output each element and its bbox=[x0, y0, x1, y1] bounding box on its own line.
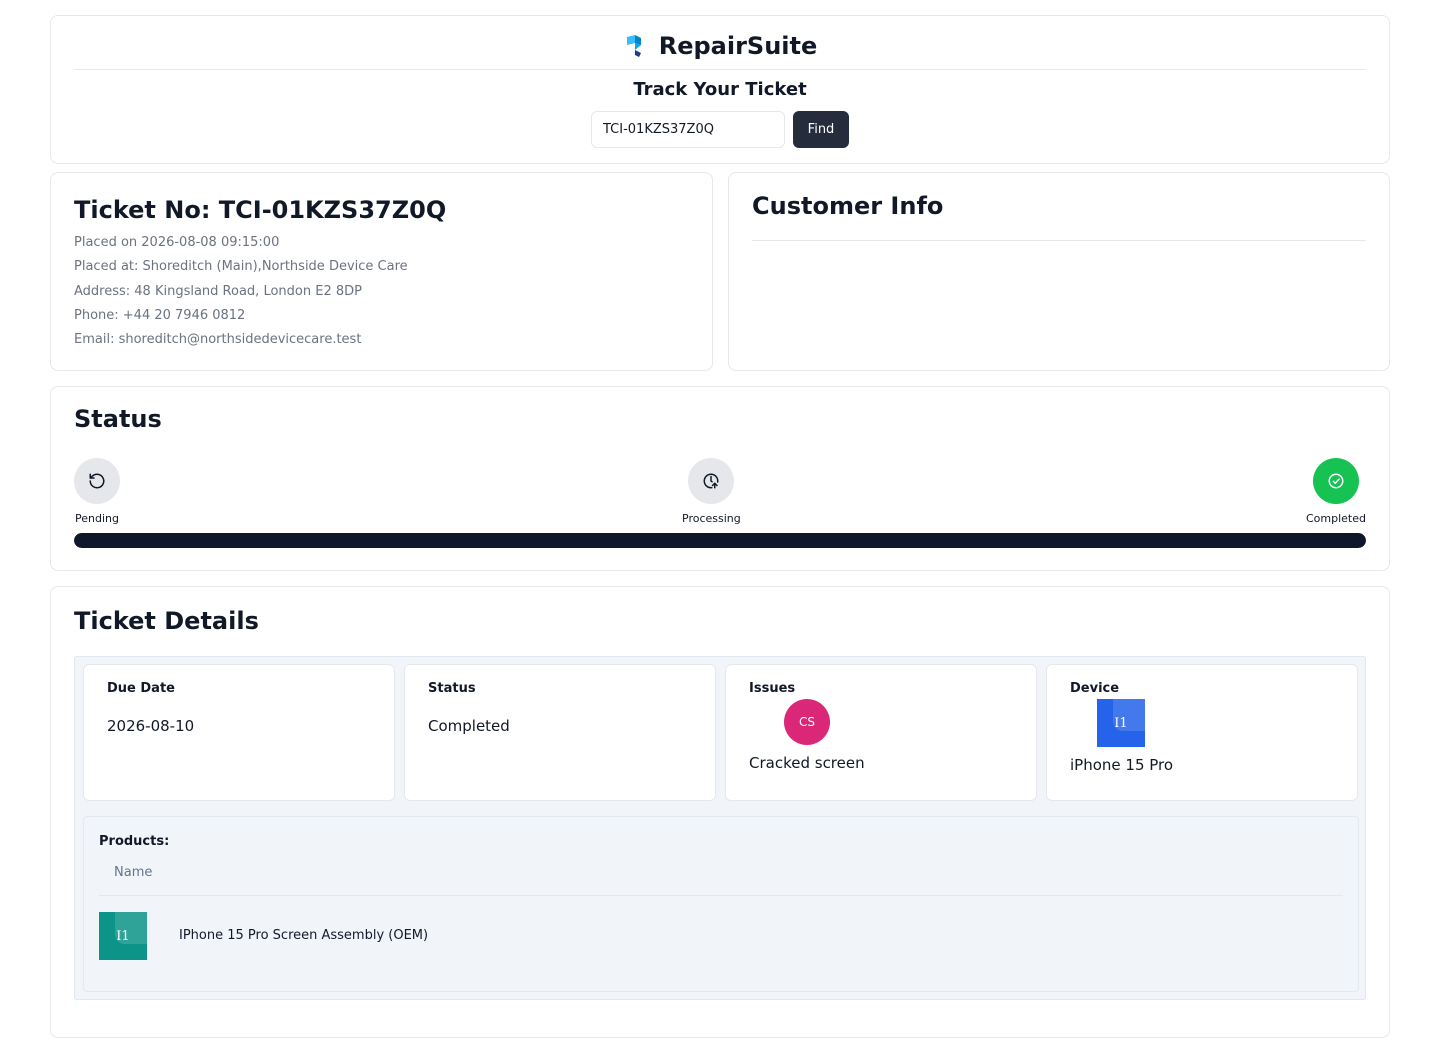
thumbnail-shade bbox=[115, 912, 147, 944]
products-section: Products: Name I1 IPhone 15 Pro Screen A… bbox=[83, 816, 1359, 992]
device-name: iPhone 15 Pro bbox=[1070, 756, 1174, 774]
issue-name: Cracked screen bbox=[749, 754, 865, 772]
brand-name: RepairSuite bbox=[658, 32, 818, 60]
customer-info-title: Customer Info bbox=[752, 192, 944, 220]
store-address: Address: 48 Kingsland Road, London E2 8D… bbox=[74, 283, 362, 299]
ticket-details-panel: Due Date 2026-08-10 Status Completed Iss… bbox=[74, 656, 1366, 1000]
status-step-processing: Processing bbox=[682, 458, 741, 525]
ticket-number-input[interactable] bbox=[591, 111, 785, 148]
status-tile: Status Completed bbox=[404, 664, 716, 801]
brand: RepairSuite bbox=[51, 32, 1389, 60]
products-title: Products: bbox=[99, 834, 170, 849]
ticket-info-card: Ticket No: TCI-01KZS37Z0Q Placed on 2026… bbox=[50, 172, 713, 371]
placed-on: Placed on 2026-08-08 09:15:00 bbox=[74, 235, 280, 250]
status-value: Completed bbox=[428, 717, 510, 735]
find-button[interactable]: Find bbox=[793, 111, 849, 148]
products-divider bbox=[99, 895, 1343, 896]
status-step-pending: Pending bbox=[74, 458, 120, 525]
due-date-value: 2026-08-10 bbox=[107, 717, 195, 735]
status-title: Status bbox=[74, 405, 162, 433]
status-progress-fill bbox=[74, 533, 1366, 548]
products-name-column-header: Name bbox=[114, 865, 153, 880]
status-step-completed: Completed bbox=[1306, 458, 1366, 525]
device-label: Device bbox=[1070, 681, 1120, 696]
issue-avatar: CS bbox=[784, 699, 830, 745]
due-date-tile: Due Date 2026-08-10 bbox=[83, 664, 395, 801]
ticket-details-card: Ticket Details Due Date 2026-08-10 Statu… bbox=[50, 586, 1390, 1038]
status-step-circle bbox=[74, 458, 120, 504]
status-progress-bar bbox=[74, 533, 1366, 548]
status-step-circle bbox=[1313, 458, 1359, 504]
thumbnail-shade bbox=[1113, 699, 1145, 731]
status-step-label: Completed bbox=[1306, 512, 1366, 525]
placed-at: Placed at: Shoreditch (Main),Northside D… bbox=[74, 259, 408, 275]
due-date-label: Due Date bbox=[107, 681, 175, 696]
track-ticket-header: RepairSuite Track Your Ticket Find bbox=[50, 15, 1390, 164]
product-name: IPhone 15 Pro Screen Assembly (OEM) bbox=[179, 928, 429, 943]
store-email: Email: shoreditch@northsidedevicecare.te… bbox=[74, 332, 362, 348]
status-step-circle bbox=[688, 458, 735, 504]
history-icon bbox=[89, 473, 105, 489]
status-card: Status Pending Processing Completed bbox=[50, 386, 1390, 571]
customer-info-divider bbox=[752, 240, 1366, 241]
status-step-label: Processing bbox=[682, 512, 741, 525]
clock-arrow-icon bbox=[703, 473, 719, 489]
header-divider bbox=[74, 69, 1366, 70]
issues-tile: Issues CS Cracked screen bbox=[725, 664, 1037, 801]
track-ticket-title: Track Your Ticket bbox=[633, 79, 807, 100]
repairsuite-logo-icon bbox=[626, 35, 641, 57]
issues-label: Issues bbox=[749, 681, 796, 696]
store-phone: Phone: +44 20 7946 0812 bbox=[74, 307, 246, 323]
customer-info-card: Customer Info bbox=[728, 172, 1390, 371]
device-tile: Device I1 iPhone 15 Pro bbox=[1046, 664, 1358, 801]
ticket-number-title: Ticket No: TCI-01KZS37Z0Q bbox=[74, 196, 447, 224]
check-circle-icon bbox=[1328, 473, 1344, 489]
ticket-details-title: Ticket Details bbox=[74, 607, 259, 635]
ticket-search-form: Find bbox=[591, 111, 849, 148]
status-step-label: Pending bbox=[75, 512, 119, 525]
ticket-meta: Placed on 2026-08-08 09:15:00 Placed at:… bbox=[74, 231, 408, 352]
device-thumbnail: I1 bbox=[1097, 699, 1145, 747]
product-thumbnail: I1 bbox=[99, 912, 147, 960]
status-label: Status bbox=[428, 681, 476, 696]
